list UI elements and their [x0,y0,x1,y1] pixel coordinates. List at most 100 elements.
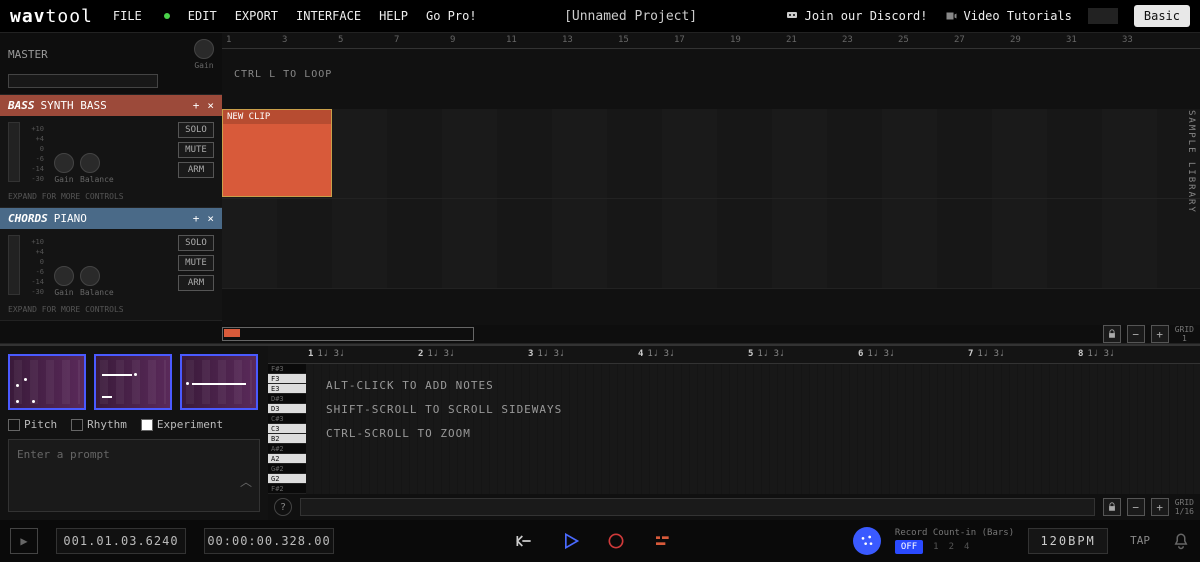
menu-file[interactable]: FILE [113,9,142,23]
timecode-display[interactable]: 00:00:00.328.00 [204,528,334,554]
chords-expand-note[interactable]: EXPAND FOR MORE CONTROLS [0,303,222,320]
bass-lane[interactable]: NEW CLIP [222,109,1200,199]
piano-roll-grid[interactable]: ALT-CLICK TO ADD NOTES SHIFT-SCROLL TO S… [306,364,1200,494]
menu-interface[interactable]: INTERFACE [296,9,361,23]
ruler-mark: 13 [562,35,573,45]
loop-bars-button[interactable] [652,533,672,549]
timeline-ruler[interactable]: 1 3 5 7 9 11 13 15 17 19 21 23 25 27 29 … [222,33,1200,49]
track-header-bass: BASS SYNTH BASS + × +10+40-6-14-30 Gain [0,95,222,208]
add-track-button[interactable]: + [193,99,200,112]
plan-basic-button[interactable]: Basic [1134,5,1190,27]
opt-rhythm[interactable]: Rhythm [71,418,127,431]
transport-controls [352,531,835,551]
track-inst-chords: PIANO [54,212,87,225]
ruler-mark: 29 [1010,35,1021,45]
chords-gain-knob[interactable] [54,266,74,286]
metronome-button[interactable] [1172,532,1190,550]
chords-add-button[interactable]: + [193,212,200,225]
track-header-chords: CHORDS PIANO + × +10+40-6-14-30 Gain [0,208,222,321]
proll-grid-label[interactable]: GRID1/16 [1175,498,1194,516]
sample-library-label: SAMPLE LIBRARY [1186,110,1196,214]
opt-pitch[interactable]: Pitch [8,418,57,431]
menubar-right: Join our Discord! Video Tutorials Basic [785,5,1190,27]
arranger-grid-label[interactable]: GRID1 [1175,325,1194,343]
count-in-2[interactable]: 2 [949,542,954,552]
bass-mute-button[interactable]: MUTE [178,142,214,158]
master-fader[interactable] [8,74,158,88]
record-button[interactable] [606,531,626,551]
ai-panel: Pitch Rhythm Experiment Enter a prompt [0,346,268,520]
bass-gain-knob[interactable] [54,153,74,173]
menu-gopro[interactable]: Go Pro! [426,9,477,23]
proll-lock-button[interactable] [1103,498,1121,516]
chevron-up-icon[interactable]: ︿ [240,473,252,490]
chords-arm-button[interactable]: ARM [178,275,214,291]
arranger-overview[interactable]: − + GRID1 [222,325,1200,343]
bass-solo-button[interactable]: SOLO [178,122,214,138]
bass-arm-button[interactable]: ARM [178,162,214,178]
menu-help[interactable]: HELP [379,9,408,23]
play-button[interactable] [560,531,580,551]
chords-close-button[interactable]: × [207,212,214,225]
piano-roll-ruler[interactable]: 11♩ 3♩ 21♩ 3♩ 31♩ 3♩ 41♩ 3♩ 51♩ 3♩ 61♩ 3… [268,346,1200,364]
discord-link[interactable]: Join our Discord! [785,9,928,23]
tap-tempo-button[interactable]: TAP [1122,534,1158,547]
checkbox-icon [141,419,153,431]
empty-lane[interactable] [222,289,1200,325]
piano-keys[interactable]: F#3 F3 E3 D#3 D3 C#3 C3 B2 A#2 A2 G#2 G2… [268,364,306,494]
track-lanes[interactable]: CTRL L TO LOOP NEW CLIP [222,49,1200,325]
lock-button[interactable] [1103,325,1121,343]
clip-editor: Pitch Rhythm Experiment Enter a prompt 1… [0,344,1200,520]
zoom-out-button[interactable]: − [1127,325,1145,343]
main-area: MASTER Gain BASS SYNTH BASS [0,32,1200,518]
transport-expand-button[interactable]: ▶ [10,528,38,554]
rewind-button[interactable] [514,531,534,551]
chords-balance-knob[interactable] [80,266,100,286]
project-title[interactable]: [Unnamed Project] [477,9,785,24]
overview-scrollbar[interactable] [222,327,474,341]
tutorials-label: Video Tutorials [964,9,1072,23]
menu-export[interactable]: EXPORT [235,9,278,23]
chords-solo-button[interactable]: SOLO [178,235,214,251]
menu-edit[interactable]: EDIT [188,9,217,23]
ai-prompt-input[interactable]: Enter a prompt [8,439,260,512]
clip-bass-new[interactable]: NEW CLIP [222,109,332,197]
count-in-off-button[interactable]: OFF [895,540,923,554]
ruler-mark: 11 [506,35,517,45]
proll-zoom-in-button[interactable]: + [1151,498,1169,516]
ruler-mark: 15 [618,35,629,45]
zoom-in-button[interactable]: + [1151,325,1169,343]
bpm-display[interactable]: 120BPM [1028,528,1108,554]
user-avatar-placeholder[interactable] [1088,8,1118,24]
tutorials-link[interactable]: Video Tutorials [944,9,1072,23]
opt-experiment[interactable]: Experiment [141,418,223,431]
master-lane[interactable]: CTRL L TO LOOP [222,49,1200,109]
count-in-1[interactable]: 1 [933,542,938,552]
preset-3[interactable] [180,354,258,410]
bars-beats-display[interactable]: 001.01.03.6240 [56,528,186,554]
proll-zoom-out-button[interactable]: − [1127,498,1145,516]
metronome-pattern-button[interactable] [853,527,881,555]
preset-1[interactable] [8,354,86,410]
close-track-button[interactable]: × [207,99,214,112]
piano-roll-body[interactable]: F#3 F3 E3 D#3 D3 C#3 C3 B2 A#2 A2 G#2 G2… [268,364,1200,494]
ruler-mark: 25 [898,35,909,45]
master-gain-knob[interactable] [194,39,214,59]
track-title-bass[interactable]: BASS SYNTH BASS + × [0,95,222,116]
count-in-4[interactable]: 4 [964,542,969,552]
bass-expand-note[interactable]: EXPAND FOR MORE CONTROLS [0,190,222,207]
bass-balance-knob[interactable] [80,153,100,173]
track-title-chords[interactable]: CHORDS PIANO + × [0,208,222,229]
timeline[interactable]: 1 3 5 7 9 11 13 15 17 19 21 23 25 27 29 … [222,33,1200,343]
chords-lane[interactable] [222,199,1200,289]
menu-dot-icon [164,13,170,19]
preset-2[interactable] [94,354,172,410]
track-inst-bass: SYNTH BASS [41,99,107,112]
ruler-mark: 27 [954,35,965,45]
help-button[interactable]: ? [274,498,292,516]
track-bass-ticks: +10+40-6-14-30 [26,122,44,184]
logo-part-a: wav [10,6,46,27]
editor-search-input[interactable] [300,498,1095,516]
sample-library-tab[interactable]: SAMPLE LIBRARY [1182,72,1200,252]
chords-mute-button[interactable]: MUTE [178,255,214,271]
